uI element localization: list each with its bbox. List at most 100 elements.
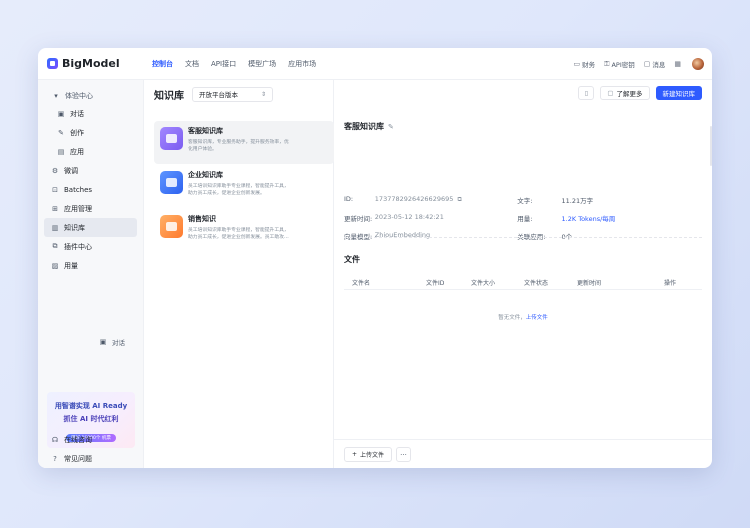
more-options-button[interactable]: ···	[396, 447, 411, 462]
sidebar-item-apps[interactable]: ▤ 应用	[44, 142, 137, 161]
sidebar-bottom: ☊ 在线咨询 ? 常见问题	[38, 430, 144, 468]
sidebar-item-label: 应用管理	[64, 204, 92, 213]
copy-icon[interactable]: ⧉	[457, 196, 461, 203]
meta-id-value: 1737782926426629695 ⧉	[375, 195, 517, 205]
meta-key: 向量模型:	[344, 233, 373, 241]
empty-text: 暂无文件，	[498, 315, 526, 321]
finance-label: 财务	[582, 61, 596, 69]
nav-app-market[interactable]: 应用市场	[288, 59, 316, 69]
kb-card-sales[interactable]: 销售知识 员工培训知识库助手专业课程，智能提升工具， 助力员工成长，促进企业创新…	[154, 209, 334, 252]
sidebar-item-app-manage[interactable]: ⊞ 应用管理	[44, 199, 137, 218]
kb-card-desc-line: 员工培训知识库助手专业课程，智能提升工具，	[188, 228, 289, 233]
meta-value: ZhiouEmbedding	[374, 231, 431, 239]
upload-button-label: 上传文件	[360, 452, 385, 459]
logo[interactable]: BigModel	[47, 57, 139, 70]
scrollbar[interactable]	[710, 126, 712, 166]
new-knowledge-button[interactable]: 新建知识库	[655, 86, 702, 100]
kb-card-name: 企业知识库	[188, 171, 223, 179]
sidebar-item-batches[interactable]: ⊡ Batches	[44, 180, 137, 199]
kb-card-desc-line: 助力员工成长，促进企业创新发展。员工助攻…	[188, 235, 289, 240]
upload-file-button[interactable]: + 上传文件	[344, 447, 393, 462]
meta-key: 用量:	[517, 215, 533, 223]
column-header: 文件大小	[471, 280, 496, 287]
knowledge-header: 知识库 开放平台版本 ⇕	[144, 80, 333, 108]
meta-row-id: ID: 1737782926426629695 ⧉ 文字: 11.21万字	[344, 195, 704, 205]
kb-card-name: 客服知识库	[188, 127, 223, 135]
kb-card-name: 销售知识	[188, 215, 216, 223]
version-select[interactable]: 开放平台版本 ⇕	[192, 86, 273, 102]
sidebar-chat-shortcut[interactable]: ▣ 对话	[98, 337, 125, 347]
apikey-link[interactable]: ⚿ API密钥	[604, 59, 635, 70]
sidebar-item-label: 常见问题	[64, 454, 92, 463]
learn-more-button[interactable]: ▢ 了解更多	[600, 86, 650, 100]
detail-title-text: 客服知识库	[344, 122, 384, 131]
sidebar-item-faq[interactable]: ? 常见问题	[44, 449, 138, 468]
kb-card-desc-line: 客服知识库，专业服务助手，提升服务效率，优	[188, 140, 289, 145]
sidebar-item-label: 用量	[64, 261, 78, 270]
meta-value[interactable]: 1.2K Tokens/每周	[562, 213, 704, 223]
sidebar-item-online-consult[interactable]: ☊ 在线咨询	[44, 430, 138, 449]
sidebar-item-knowledge[interactable]: ▥ 知识库	[44, 218, 137, 237]
sidebar-group-experience[interactable]: ▾ 体验中心	[38, 87, 143, 104]
finance-link[interactable]: ▭ 财务	[574, 59, 596, 69]
kb-card-enterprise[interactable]: 企业知识库 员工培训知识库助手专业课程，智能提升工具， 助力员工成长，促进企业创…	[154, 165, 334, 208]
message-icon: ▢	[643, 60, 651, 68]
sidebar-item-chat[interactable]: ▣ 对话	[44, 104, 137, 123]
layout-toggle-button[interactable]: ▯	[578, 86, 595, 100]
sidebar-item-label: 插件中心	[64, 242, 92, 251]
version-select-value: 开放平台版本	[199, 91, 238, 99]
meta-value: 2023-05-12 18:42:21	[374, 213, 444, 221]
nav-api[interactable]: API接口	[211, 59, 236, 69]
grid-menu-button[interactable]: ▦	[674, 60, 683, 68]
meta-row-vector: 向量模型: ZhiouEmbedding 关联应用: 0个	[344, 231, 704, 241]
kb-card-customer-service[interactable]: 客服知识库 客服知识库，专业服务助手，提升服务效率，优 化用户体验。	[154, 121, 334, 164]
folder-icon	[160, 127, 183, 150]
meta-row-updated: 更新时间: 2023-05-12 18:42:21 用量: 1.2K Token…	[344, 213, 704, 223]
knowledge-detail-panel: ▯ ▢ 了解更多 新建知识库 客服知识库 ✎ ID: 1737782926426…	[334, 80, 712, 468]
app-name: BigModel	[62, 57, 120, 70]
kb-card-desc: 员工培训知识库助手专业课程，智能提升工具， 助力员工成长，促进企业创新发展。员工…	[188, 227, 328, 241]
meta-value: 11.21万字	[561, 197, 594, 205]
tune-icon: ⚙	[51, 166, 59, 175]
app-window: BigModel 控制台 文档 API接口 模型广场 应用市场 ▭ 财务 ⚿ A…	[38, 48, 712, 468]
section-divider	[344, 237, 702, 238]
bottom-action-bar: + 上传文件 ···	[334, 439, 712, 468]
detail-title: 客服知识库 ✎	[344, 121, 394, 132]
files-section-title: 文件	[344, 255, 360, 264]
sidebar-item-label: 微调	[64, 166, 78, 175]
messages-label: 消息	[652, 61, 666, 69]
learn-more-label: 了解更多	[616, 90, 643, 98]
nav-docs[interactable]: 文档	[185, 59, 199, 69]
sidebar-item-plugins[interactable]: ⧉ 插件中心	[44, 237, 137, 256]
column-header: 文件ID	[426, 280, 445, 287]
nav-model-square[interactable]: 模型广场	[248, 59, 276, 69]
sidebar-item-create[interactable]: ✎ 创作	[44, 123, 137, 142]
nav-console[interactable]: 控制台	[152, 59, 173, 69]
upload-link[interactable]: 上传文件	[526, 315, 548, 321]
chevron-updown-icon: ⇕	[260, 90, 266, 98]
meta-key: ID:	[344, 195, 354, 203]
sidebar-item-label: 对话	[70, 109, 84, 118]
sidebar-item-finetune[interactable]: ⚙ 微调	[44, 161, 137, 180]
question-icon: ?	[53, 454, 57, 463]
banner-line-2: 抓住 AI 时代红利	[63, 415, 119, 423]
sidebar: ▾ 体验中心 ▣ 对话 ✎ 创作 ▤ 应用 ⚙ 微调 ⊡ Batches ⊞ 应…	[38, 80, 144, 468]
layout-icon: ▯	[584, 89, 588, 97]
page-title: 知识库	[154, 90, 184, 102]
database-icon	[160, 171, 183, 194]
avatar[interactable]	[692, 58, 704, 70]
edit-icon[interactable]: ✎	[388, 123, 394, 131]
logo-icon	[47, 58, 58, 69]
messages-link[interactable]: ▢ 消息	[644, 59, 666, 69]
top-right-actions: ▭ 财务 ⚿ API密钥 ▢ 消息 ▦	[565, 48, 704, 80]
app-icon: ▤	[57, 147, 65, 156]
pen-icon: ✎	[58, 128, 64, 137]
meta-value: 1737782926426629695	[374, 195, 454, 203]
plus-icon: +	[352, 451, 358, 458]
column-header: 操作	[664, 280, 677, 287]
banner-line-1: 用智谱实现 AI Ready	[54, 402, 128, 410]
column-header: 文件状态	[524, 280, 549, 287]
kb-card-desc-line: 员工培训知识库助手专业课程，智能提升工具，	[188, 184, 289, 189]
sidebar-item-usage[interactable]: ▨ 用量	[44, 256, 137, 275]
headset-icon: ☊	[51, 435, 59, 444]
